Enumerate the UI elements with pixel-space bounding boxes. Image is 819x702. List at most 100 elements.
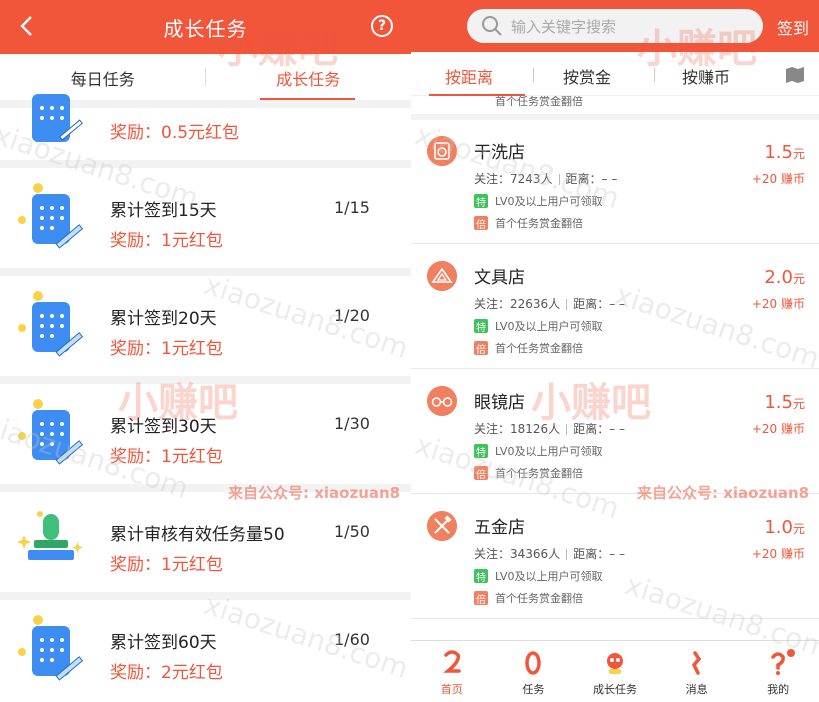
task-card[interactable]: 累计签到15天 奖励：1元红包 1/15	[0, 168, 411, 268]
double-badge: 倍	[474, 341, 488, 356]
top-bar: 输入关键字搜索 签到	[411, 0, 819, 52]
task-card[interactable]: 累计签到30天 奖励：1元红包 1/30	[0, 384, 411, 484]
tab-growth-tasks[interactable]: 成长任务	[206, 54, 412, 100]
double-badge: 倍	[474, 591, 488, 606]
sort-tabs: 按距离 按赏金 按赚币	[411, 52, 819, 96]
shop-price: 1.5元	[764, 392, 805, 413]
task-reward: 奖励：2元红包	[110, 663, 223, 683]
follow-count: 关注：22636人	[474, 297, 561, 311]
tab-by-bounty[interactable]: 按赏金	[563, 64, 611, 88]
special-badge: 特	[474, 194, 488, 209]
shop-meta: 关注：7243人 距离：– –	[474, 170, 617, 187]
glasses-icon	[427, 386, 457, 416]
nav-message[interactable]: 消息	[656, 641, 738, 702]
task-card[interactable]: 累计签到20天 奖励：1元红包 1/20	[0, 276, 411, 376]
search-icon	[482, 16, 502, 36]
shop-meta: 关注：18126人 距离：– –	[474, 420, 625, 437]
home-icon	[442, 650, 461, 673]
shop-coin: +20 赚币	[751, 422, 805, 436]
shop-price: 2.0元	[764, 267, 805, 288]
tools-icon	[427, 511, 457, 541]
search-bar[interactable]: 输入关键字搜索	[467, 9, 763, 43]
double-tag: 倍 首个任务赏金翻倍	[474, 590, 583, 606]
checkin-button[interactable]: 签到	[777, 15, 809, 39]
tab-by-coin[interactable]: 按赚币	[682, 64, 730, 88]
task-name: 累计签到30天	[110, 417, 217, 437]
shop-name: 五金店	[474, 518, 525, 538]
shop-list-screen: 输入关键字搜索 签到 按距离 按赏金 按赚币 首个任务赏金翻倍 干洗店 关注：7…	[411, 0, 819, 702]
shop-name: 眼镜店	[474, 393, 525, 413]
task-card[interactable]: 累计签到60天 奖励：2元红包 1/60	[0, 600, 411, 702]
tab-divider	[654, 68, 655, 82]
shop-card[interactable]: 文具店 关注：22636人 距离：– – 特 LV0及以上用户可领取 倍 首个任务…	[411, 245, 819, 369]
growth-task-screen: 成长任务 ? 每日任务 成长任务 奖励：0.5元红包 累计签到15天 奖励：1元…	[0, 0, 411, 702]
nav-task[interactable]: 任务	[493, 641, 575, 702]
task-card-partial[interactable]: 奖励：0.5元红包	[0, 94, 411, 160]
double-badge: 倍	[474, 466, 488, 481]
shop-tag-text: 首个任务赏金翻倍	[495, 96, 583, 108]
double-tag-text: 首个任务赏金翻倍	[495, 467, 583, 480]
help-icon[interactable]: ?	[371, 15, 393, 37]
page-title: 成长任务	[163, 16, 248, 41]
nav-profile[interactable]: 我的	[737, 641, 819, 702]
level-tag-text: LV0及以上用户可领取	[495, 445, 603, 458]
shop-card[interactable]: 五金店 关注：34366人 距离：– – 特 LV0及以上用户可领取 倍 首个任务…	[411, 495, 819, 619]
distance: 距离：– –	[565, 172, 618, 186]
distance: 距离：– –	[573, 297, 626, 311]
shop-name: 干洗店	[474, 143, 525, 163]
calendar-scroll-icon	[18, 183, 84, 249]
shop-card[interactable]: 眼镜店 关注：18126人 距离：– – 特 LV0及以上用户可领取 倍 首个任务…	[411, 370, 819, 494]
task-name: 累计签到60天	[110, 633, 217, 653]
double-tag-text: 首个任务赏金翻倍	[495, 217, 583, 230]
shop-coin: +20 赚币	[751, 297, 805, 311]
shop-price: 1.0元	[764, 517, 805, 538]
shop-meta: 关注：34366人 距离：– –	[474, 545, 625, 562]
distance: 距离：– –	[573, 422, 626, 436]
nav-growth[interactable]: 成长任务	[574, 641, 656, 702]
stamp-icon	[17, 511, 83, 560]
task-reward: 奖励：1元红包	[110, 555, 223, 575]
bottom-nav: 首页 任务 成长任务 消息 我的	[411, 640, 819, 702]
shop-card-partial[interactable]: 首个任务赏金翻倍	[411, 96, 819, 120]
task-card[interactable]: 累计审核有效任务量50 奖励：1元红包 1/50	[0, 492, 411, 592]
task-name: 累计审核有效任务量50	[110, 525, 285, 545]
level-tag: 特 LV0及以上用户可领取	[474, 443, 602, 459]
top-bar: 成长任务 ?	[0, 0, 411, 54]
level-tag-text: LV0及以上用户可领取	[495, 195, 603, 208]
level-tag: 特 LV0及以上用户可领取	[474, 568, 602, 584]
task-progress: 1/15	[334, 198, 370, 217]
special-badge: 特	[474, 444, 488, 459]
growth-icon	[606, 653, 623, 674]
shop-price: 1.5元	[764, 142, 805, 163]
task-progress: 1/50	[334, 522, 370, 541]
shop-coin: +20 赚币	[751, 172, 805, 186]
task-icon	[525, 651, 542, 675]
tab-by-distance[interactable]: 按距离	[445, 64, 493, 88]
task-progress: 1/30	[334, 414, 370, 433]
task-reward: 奖励：0.5元红包	[110, 123, 240, 143]
nav-home[interactable]: 首页	[411, 641, 493, 702]
search-input[interactable]: 输入关键字搜索	[511, 16, 616, 37]
shop-card[interactable]: 干洗店 关注：7243人 距离：– – 特 LV0及以上用户可领取 倍 首个任务赏…	[411, 120, 819, 244]
shop-meta: 关注：22636人 距离：– –	[474, 295, 625, 312]
distance: 距离：– –	[573, 547, 626, 561]
calendar-scroll-icon	[18, 291, 84, 357]
triangle-ruler-icon	[427, 261, 457, 291]
special-badge: 特	[474, 569, 488, 584]
calendar-scroll-icon	[32, 94, 83, 142]
task-name: 累计签到20天	[110, 309, 217, 329]
task-name: 累计签到15天	[110, 201, 217, 221]
task-progress: 1/20	[334, 306, 370, 325]
special-badge: 特	[474, 319, 488, 334]
washing-machine-icon	[427, 136, 457, 166]
double-tag: 倍 首个任务赏金翻倍	[474, 340, 583, 356]
shop-coin: +20 赚币	[751, 547, 805, 561]
task-reward: 奖励：1元红包	[110, 339, 223, 359]
calendar-scroll-icon	[18, 615, 84, 681]
map-icon[interactable]	[785, 66, 805, 84]
level-tag: 特 LV0及以上用户可领取	[474, 193, 602, 209]
double-tag: 倍 首个任务赏金翻倍	[474, 215, 583, 231]
back-arrow-icon[interactable]	[16, 14, 40, 38]
message-icon	[691, 651, 701, 675]
follow-count: 关注：7243人	[474, 172, 553, 186]
